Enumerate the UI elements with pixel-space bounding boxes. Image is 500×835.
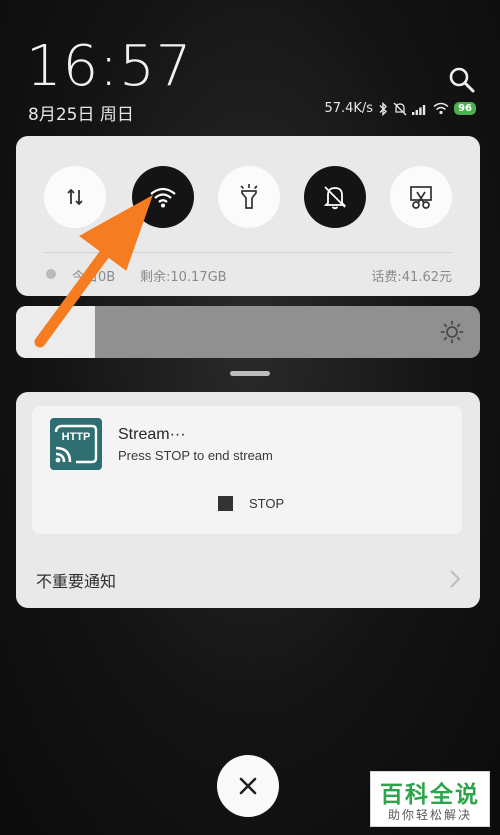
flashlight-icon (240, 184, 258, 209)
stop-label: STOP (249, 496, 285, 511)
data-remaining: 剩余:10.17GB (140, 270, 227, 285)
battery-icon: 96 (454, 102, 476, 115)
net-speed: 57.4K/s (324, 101, 374, 116)
phone-fee: 话费:41.62元 (371, 270, 452, 285)
date-label: 8月25日 周日 (28, 105, 134, 125)
wifi-toggle[interactable] (132, 166, 194, 228)
stop-icon (218, 496, 233, 511)
stream-notification[interactable]: HTTP Stream··· Press STOP to end stream … (32, 406, 462, 534)
sun-icon (440, 320, 464, 344)
notification-title: Stream··· (118, 426, 186, 443)
search-icon[interactable] (448, 66, 476, 94)
scissors-icon (410, 186, 432, 209)
close-icon (239, 777, 257, 795)
screenshot-toggle[interactable] (390, 166, 452, 228)
clock-time: 16:57 (26, 34, 193, 99)
close-button[interactable] (217, 755, 279, 817)
quick-settings-panel: 今日0B 剩余:10.17GB 话费:41.62元 (16, 136, 480, 296)
flashlight-toggle[interactable] (218, 166, 280, 228)
silent-toggle[interactable] (304, 166, 366, 228)
mobile-data-toggle[interactable] (44, 166, 106, 228)
silent-icon (393, 102, 407, 115)
data-today: 今日0B (72, 270, 116, 285)
bluetooth-icon (379, 101, 388, 116)
brightness-fill (16, 306, 95, 358)
signal-icon (412, 104, 426, 115)
watermark-subtitle: 助你轻松解决 (387, 808, 472, 822)
unimportant-notifications-label[interactable]: 不重要通知 (36, 568, 116, 592)
wifi-icon (150, 187, 176, 208)
chevron-right-icon[interactable] (448, 568, 462, 590)
app-icon-label: HTTP (62, 431, 91, 443)
bell-off-icon (323, 186, 347, 210)
stop-button[interactable]: STOP (218, 496, 284, 511)
drag-handle[interactable] (230, 371, 270, 376)
notification-panel: HTTP Stream··· Press STOP to end stream … (16, 392, 480, 608)
http-cast-app-icon: HTTP (50, 418, 102, 470)
watermark-logo: 百科全说 助你轻松解决 (370, 771, 490, 827)
watermark-title: 百科全说 (380, 782, 480, 808)
status-bar: 57.4K/s 96 (324, 101, 476, 116)
divider (44, 252, 452, 253)
data-arrows-icon (67, 188, 83, 206)
sim-dot (46, 269, 56, 279)
brightness-slider[interactable] (16, 306, 480, 358)
notification-text: Press STOP to end stream (118, 448, 273, 463)
wifi-icon (433, 102, 449, 115)
